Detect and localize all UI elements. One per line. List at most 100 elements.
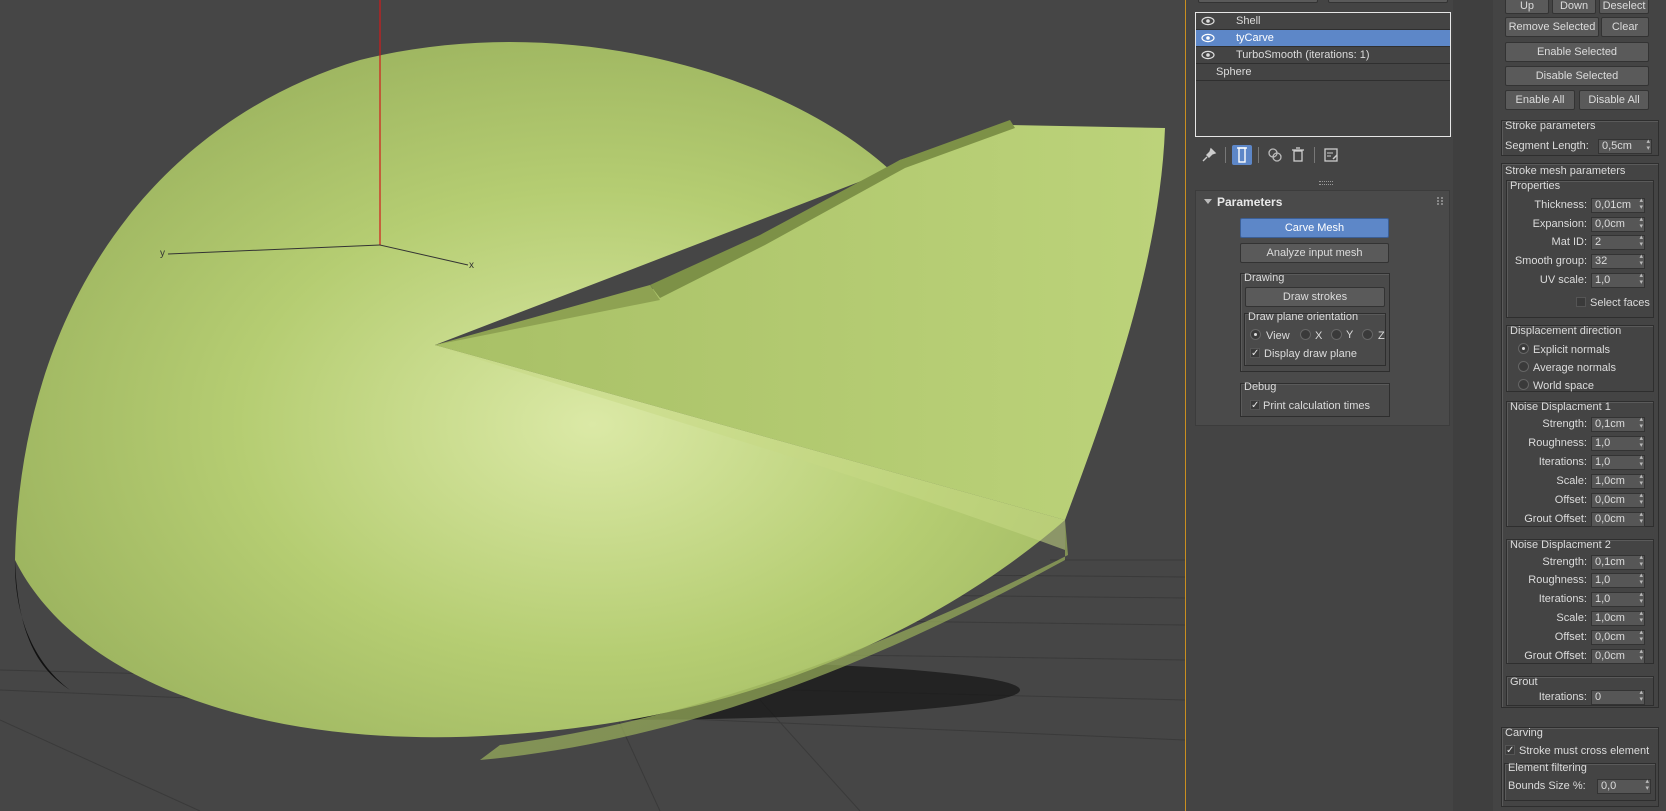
spinner-value[interactable]: 0,0cm	[1591, 629, 1645, 645]
uv-scale-spinner[interactable]: UV scale: 1,0	[1507, 272, 1655, 289]
stack-item-label: Sphere	[1216, 66, 1252, 78]
radio-world-space[interactable]	[1518, 379, 1529, 390]
mat-id-value[interactable]: 2	[1591, 234, 1645, 250]
remove-selected-button[interactable]: Remove Selected	[1505, 17, 1599, 37]
axis-y-label: y	[160, 248, 165, 259]
smooth-group-value[interactable]: 32	[1591, 253, 1645, 269]
stack-item-tycarve[interactable]: tyCarve	[1196, 30, 1450, 47]
group-title: Grout	[1510, 676, 1538, 688]
radio-explicit-normals[interactable]	[1518, 343, 1529, 354]
spinner-value[interactable]: 1,0cm	[1591, 473, 1645, 489]
group-title: Stroke mesh parameters	[1505, 165, 1626, 177]
spinner-value[interactable]: 0,0cm	[1591, 492, 1645, 508]
spinner-value[interactable]: 0,0cm	[1591, 511, 1645, 527]
grout-iterations-value[interactable]: 0	[1591, 689, 1645, 705]
noise1-strength-spinner[interactable]: Strength: 0,1cm	[1507, 416, 1655, 433]
thickness-value[interactable]: 0,01cm	[1591, 197, 1645, 213]
enable-selected-button[interactable]: Enable Selected	[1505, 42, 1649, 62]
smooth-group-spinner[interactable]: Smooth group: 32	[1507, 253, 1655, 270]
analyze-input-mesh-button[interactable]: Analyze input mesh	[1240, 243, 1389, 263]
radio-x-label: X	[1315, 330, 1323, 342]
noise2-roughness-spinner[interactable]: Roughness: 1,0	[1507, 572, 1655, 589]
noise2-strength-spinner[interactable]: Strength: 0,1cm	[1507, 554, 1655, 571]
remove-modifier-icon[interactable]	[1288, 145, 1308, 165]
select-faces-checkbox[interactable]	[1576, 297, 1586, 307]
properties-group: Properties Thickness: 0,01cm Expansion: …	[1506, 180, 1654, 318]
spinner-value[interactable]: 0,1cm	[1591, 416, 1645, 432]
spinner-label: Strength:	[1542, 418, 1587, 430]
noise1-iterations-spinner[interactable]: Iterations: 1,0	[1507, 454, 1655, 471]
noise2-scale-spinner[interactable]: Scale: 1,0cm	[1507, 610, 1655, 627]
disable-selected-button[interactable]: Disable Selected	[1505, 66, 1649, 86]
configure-modifier-sets-icon[interactable]	[1321, 145, 1341, 165]
eye-icon[interactable]	[1201, 33, 1215, 43]
noise2-grout-offset-spinner[interactable]: Grout Offset: 0,0cm	[1507, 648, 1655, 665]
stack-item-turbosmooth[interactable]: TurboSmooth (iterations: 1)	[1196, 47, 1450, 64]
thickness-spinner[interactable]: Thickness: 0,01cm	[1507, 197, 1655, 214]
segment-length-spinner[interactable]: 0,5cm	[1502, 138, 1660, 155]
top-button-right[interactable]	[1328, 0, 1448, 3]
display-draw-plane-checkbox[interactable]: ✓	[1250, 348, 1260, 359]
spinner-label: Grout Offset:	[1524, 650, 1587, 662]
spinner-value[interactable]: 1,0	[1591, 435, 1645, 451]
bounds-size-spinner[interactable]: Bounds Size %: 0,0	[1505, 778, 1657, 795]
uv-scale-value[interactable]: 1,0	[1591, 272, 1645, 288]
smooth-group-label: Smooth group:	[1514, 255, 1587, 267]
eye-icon[interactable]	[1201, 50, 1215, 60]
stroke-parameters-panel: Up Down Deselect Remove Selected Clear E…	[1493, 0, 1666, 811]
draw-strokes-button[interactable]: Draw strokes	[1245, 287, 1385, 307]
print-calculation-times-checkbox[interactable]: ✓	[1250, 400, 1260, 411]
noise2-offset-spinner[interactable]: Offset: 0,0cm	[1507, 629, 1655, 646]
noise1-grout-offset-spinner[interactable]: Grout Offset: 0,0cm	[1507, 511, 1655, 528]
parameters-rollout-header[interactable]: Parameters	[1196, 191, 1449, 213]
group-title: Draw plane orientation	[1248, 311, 1359, 323]
stroke-must-cross-element-checkbox[interactable]: ✓	[1505, 745, 1515, 756]
perspective-viewport[interactable]: y x	[0, 0, 1185, 811]
spinner-value[interactable]: 0,1cm	[1591, 554, 1645, 570]
group-title: Displacement direction	[1510, 325, 1622, 337]
stack-item-shell[interactable]: Shell	[1196, 13, 1450, 30]
stack-item-sphere[interactable]: Sphere	[1196, 64, 1450, 81]
top-button-strip	[1194, 0, 1458, 4]
modifier-stack-list[interactable]: Shell tyCarve TurboSmooth (iterations: 1…	[1195, 12, 1451, 137]
rollout-title: Parameters	[1217, 195, 1283, 209]
bounds-size-value[interactable]: 0,0	[1597, 778, 1651, 794]
drag-handle-icon[interactable]	[1437, 197, 1443, 205]
show-end-result-icon[interactable]	[1232, 145, 1252, 165]
pin-stack-icon[interactable]	[1199, 145, 1219, 165]
noise1-roughness-spinner[interactable]: Roughness: 1,0	[1507, 435, 1655, 452]
radio-y[interactable]	[1331, 329, 1342, 340]
radio-view[interactable]	[1250, 329, 1261, 340]
expansion-value[interactable]: 0,0cm	[1591, 216, 1645, 232]
eye-icon[interactable]	[1201, 16, 1215, 26]
spinner-label: Grout Offset:	[1524, 513, 1587, 525]
disable-all-button[interactable]: Disable All	[1579, 90, 1649, 110]
noise1-offset-spinner[interactable]: Offset: 0,0cm	[1507, 492, 1655, 509]
up-button[interactable]: Up	[1505, 0, 1549, 14]
segment-length-value[interactable]: 0,5cm	[1598, 138, 1652, 154]
spinner-value[interactable]: 1,0	[1591, 591, 1645, 607]
radio-z[interactable]	[1362, 329, 1373, 340]
spinner-value[interactable]: 1,0cm	[1591, 610, 1645, 626]
carve-mesh-button[interactable]: Carve Mesh	[1240, 218, 1389, 238]
enable-all-button[interactable]: Enable All	[1505, 90, 1575, 110]
spinner-value[interactable]: 1,0	[1591, 454, 1645, 470]
expansion-spinner[interactable]: Expansion: 0,0cm	[1507, 216, 1655, 233]
clear-button[interactable]: Clear	[1601, 17, 1649, 37]
make-unique-icon[interactable]	[1265, 145, 1285, 165]
noise1-scale-spinner[interactable]: Scale: 1,0cm	[1507, 473, 1655, 490]
mat-id-spinner[interactable]: Mat ID: 2	[1507, 234, 1655, 251]
top-button-left[interactable]	[1198, 0, 1318, 3]
spinner-value[interactable]: 1,0	[1591, 572, 1645, 588]
radio-x[interactable]	[1300, 329, 1311, 340]
down-button[interactable]: Down	[1552, 0, 1596, 14]
display-draw-plane-label: Display draw plane	[1264, 348, 1357, 360]
spinner-value[interactable]: 0,0cm	[1591, 648, 1645, 664]
deselect-button[interactable]: Deselect	[1599, 0, 1649, 14]
radio-average-normals[interactable]	[1518, 361, 1529, 372]
group-title: Stroke parameters	[1505, 120, 1596, 132]
panel-resize-grip[interactable]	[1319, 181, 1333, 185]
noise2-iterations-spinner[interactable]: Iterations: 1,0	[1507, 591, 1655, 608]
radio-z-label: Z	[1378, 330, 1385, 342]
grout-iterations-spinner[interactable]: Iterations: 0	[1507, 689, 1655, 706]
